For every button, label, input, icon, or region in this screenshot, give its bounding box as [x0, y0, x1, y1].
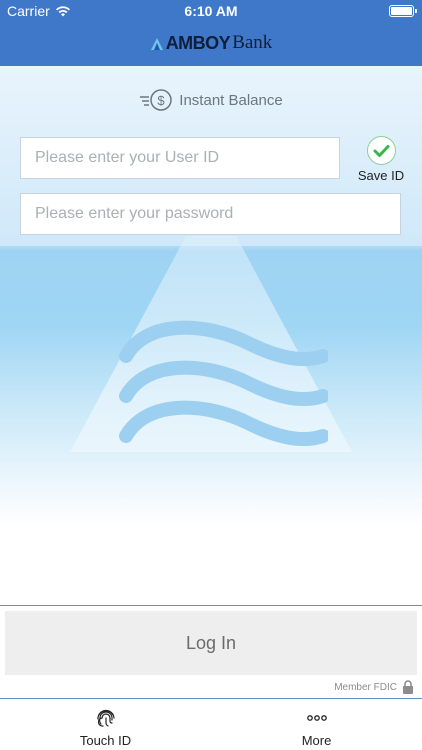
brand-bank: Bank	[232, 32, 273, 53]
save-id-toggle[interactable]: Save ID	[355, 136, 407, 183]
status-bar: Carrier 6:10 AM	[0, 0, 422, 22]
main-panel: $ Instant Balance Save ID	[0, 66, 422, 606]
tab-more[interactable]: More	[211, 699, 422, 750]
more-dots-icon	[306, 715, 327, 721]
password-field[interactable]	[20, 193, 401, 235]
member-fdic-label: Member FDIC	[334, 681, 397, 693]
tab-touch-id[interactable]: Touch ID	[0, 699, 211, 750]
logo-mark-icon	[150, 38, 163, 50]
user-id-field[interactable]	[20, 137, 340, 179]
svg-text:$: $	[158, 93, 166, 108]
waves-logo-decoration	[119, 320, 328, 447]
password-input[interactable]	[21, 194, 400, 234]
divider	[0, 605, 422, 606]
checkmark-icon[interactable]	[366, 136, 396, 165]
dollar-fast-icon: $	[140, 89, 173, 111]
app-header: Carrier 6:10 AM AMBOY Bank	[0, 0, 422, 66]
instant-balance-label: Instant Balance	[179, 91, 283, 109]
battery-icon	[389, 5, 417, 17]
tab-touch-id-label: Touch ID	[79, 733, 132, 748]
instant-balance-link[interactable]: $ Instant Balance	[0, 88, 422, 112]
member-fdic: Member FDIC	[334, 680, 414, 694]
user-id-input[interactable]	[21, 138, 339, 178]
save-id-label: Save ID	[357, 168, 405, 183]
tab-bar: Touch ID More	[0, 699, 422, 750]
brand-amboy: AMBOY	[165, 32, 231, 53]
fingerprint-icon	[96, 709, 115, 727]
lock-icon	[403, 680, 413, 694]
status-time: 6:10 AM	[184, 3, 238, 19]
login-button[interactable]: Log In	[5, 611, 417, 675]
tab-more-label: More	[301, 733, 332, 748]
amboy-bank-logo: AMBOY Bank	[0, 32, 422, 54]
